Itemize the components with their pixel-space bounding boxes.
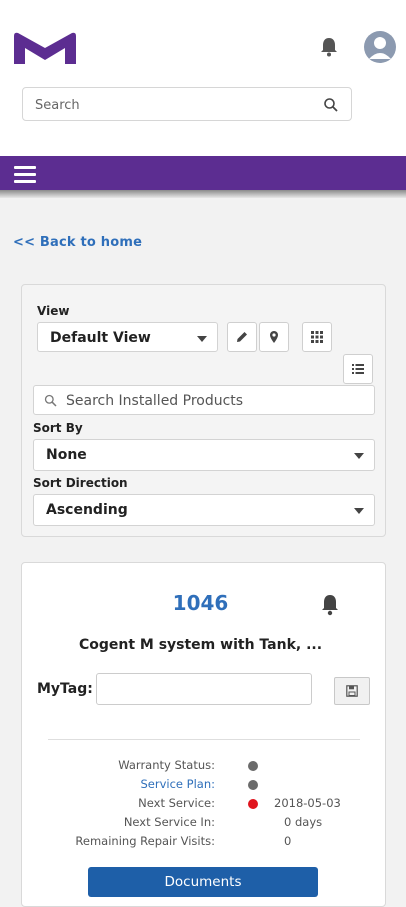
sort-direction-value: Ascending (46, 502, 128, 518)
list-view-button[interactable] (343, 354, 373, 384)
product-name: Cogent M system with Tank, ... (78, 637, 323, 653)
bell-icon[interactable] (318, 593, 342, 617)
view-select-value: Default View (50, 330, 151, 346)
user-avatar-icon[interactable] (364, 31, 396, 63)
product-search-input[interactable] (64, 386, 368, 416)
product-card: 1046 Cogent M system with Tank, ... MyTa… (21, 562, 386, 907)
divider (48, 739, 360, 740)
notification-bell-icon[interactable] (318, 36, 340, 58)
save-icon (346, 685, 358, 697)
chevron-down-icon (354, 453, 364, 459)
next-service-in-value: 0 days (284, 815, 323, 829)
sort-by-select[interactable]: None (33, 439, 375, 471)
sort-direction-label: Sort Direction (33, 476, 128, 490)
sort-direction-select[interactable]: Ascending (33, 494, 375, 526)
service-plan-row: Service Plan: (22, 777, 379, 795)
chevron-down-icon (354, 508, 364, 514)
next-service-indicator (248, 799, 258, 809)
back-to-home-link[interactable]: << Back to home (13, 235, 142, 250)
edit-view-button[interactable] (227, 322, 257, 352)
nav-shadow (0, 190, 406, 198)
warranty-status-row: Warranty Status: (22, 758, 379, 776)
view-label: View (37, 304, 70, 318)
search-icon[interactable] (323, 97, 339, 113)
next-service-in-label: Next Service In: (123, 815, 215, 829)
service-plan-link[interactable]: Service Plan: (141, 777, 216, 791)
filter-panel: View Default View Search Installed Produ… (21, 284, 386, 537)
product-search (33, 385, 375, 416)
sort-by-value: None (46, 447, 87, 463)
list-view-icon (352, 364, 364, 374)
location-button[interactable] (259, 322, 289, 352)
brand-logo[interactable] (12, 30, 78, 66)
map-pin-icon (270, 331, 278, 343)
global-search (22, 87, 352, 122)
view-select[interactable]: Default View (37, 322, 218, 352)
remaining-repair-visits-label: Remaining Repair Visits: (75, 834, 215, 848)
hamburger-menu-icon[interactable] (14, 166, 36, 184)
save-mytag-button[interactable] (334, 677, 370, 705)
grid-view-button[interactable] (302, 322, 332, 352)
chevron-down-icon (197, 336, 207, 342)
grid-view-icon (311, 331, 323, 343)
service-plan-indicator (248, 780, 258, 790)
sort-by-label: Sort By (33, 421, 83, 435)
top-header (0, 0, 406, 156)
documents-button[interactable]: Documents (88, 867, 318, 897)
remaining-repair-visits-row: Remaining Repair Visits: 0 (22, 834, 379, 852)
search-icon (44, 394, 57, 407)
warranty-status-label: Warranty Status: (118, 758, 215, 772)
pencil-icon (237, 332, 247, 342)
search-input[interactable] (33, 88, 317, 122)
next-service-value: 2018-05-03 (274, 796, 341, 810)
next-service-in-row: Next Service In: 0 days (22, 815, 379, 833)
next-service-row: Next Service: 2018-05-03 (22, 796, 379, 814)
mytag-label: MyTag: (37, 681, 93, 697)
warranty-status-indicator (248, 761, 258, 771)
remaining-repair-visits-value: 0 (284, 834, 292, 848)
main-nav-bar (0, 156, 406, 190)
next-service-label: Next Service: (138, 796, 215, 810)
mytag-input[interactable] (96, 673, 312, 705)
